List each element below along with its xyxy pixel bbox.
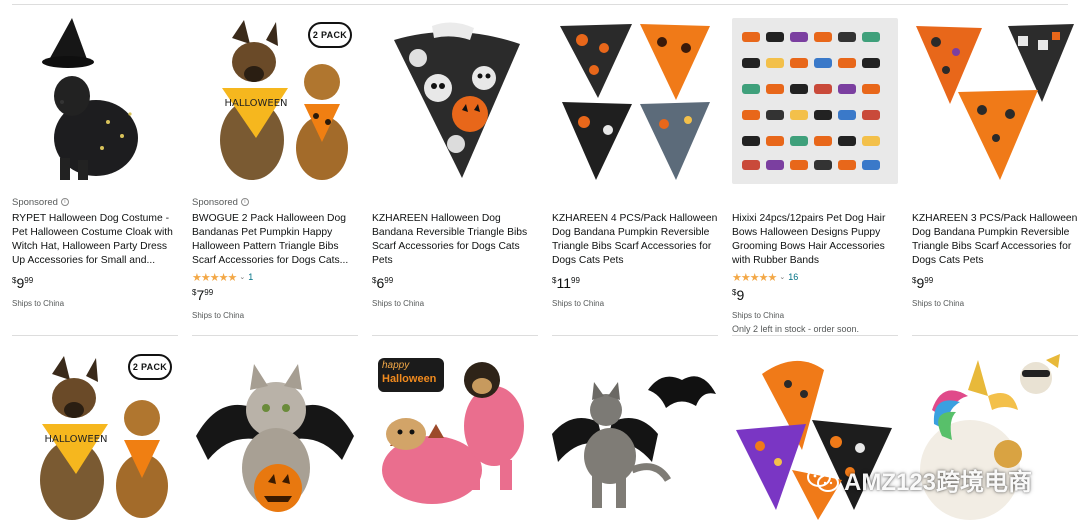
- product-title[interactable]: KZHAREEN Halloween Dog Bandana Reversibl…: [372, 212, 538, 268]
- info-icon[interactable]: i: [240, 198, 249, 206]
- product-image[interactable]: [12, 18, 178, 184]
- product-price: $ 9: [732, 288, 898, 304]
- product-image[interactable]: [732, 18, 898, 184]
- product-card[interactable]: [192, 350, 358, 520]
- shipping-info: Ships to China: [552, 299, 605, 308]
- product-card[interactable]: Sponsored i RYPET Halloween Dog Costume …: [12, 18, 178, 336]
- sponsored-label[interactable]: Sponsored i: [12, 196, 178, 208]
- sponsored-text: Sponsored: [12, 196, 58, 208]
- product-image[interactable]: [552, 350, 718, 520]
- product-card[interactable]: [552, 350, 718, 520]
- chevron-down-icon[interactable]: ⌄: [239, 273, 245, 281]
- top-divider: [12, 4, 1068, 5]
- product-price: $ 11 99: [552, 276, 718, 292]
- sponsored-label[interactable]: Sponsored i: [192, 196, 358, 208]
- watermark-text: AMZ123跨境电商: [844, 469, 1033, 496]
- rating-count[interactable]: 1: [248, 272, 253, 282]
- shipping-info: Ships to China: [372, 299, 425, 308]
- price-fraction: 99: [204, 288, 214, 297]
- price-fraction: 99: [384, 276, 394, 285]
- product-card[interactable]: Hixixi 24pcs/12pairs Pet Dog Hair Bows H…: [732, 18, 898, 336]
- witch-dog-image: [12, 18, 178, 184]
- stock-warning: Only 2 left in stock - order soon.: [732, 324, 860, 334]
- product-card[interactable]: KZHAREEN Halloween Dog Bandana Reversibl…: [372, 18, 538, 336]
- product-title[interactable]: Hixixi 24pcs/12pairs Pet Dog Hair Bows H…: [732, 212, 898, 268]
- product-title[interactable]: KZHAREEN 4 PCS/Pack Halloween Dog Bandan…: [552, 212, 718, 268]
- cat-bat-wings-image: [192, 350, 358, 520]
- rating-count[interactable]: 16: [788, 272, 798, 282]
- card-divider: [732, 335, 898, 336]
- product-price: $ 6 99: [372, 276, 538, 292]
- product-image[interactable]: HALLOWEEN 2 PACK: [192, 18, 358, 184]
- product-image[interactable]: [192, 350, 358, 520]
- four-bandanas-image: [552, 18, 718, 184]
- price-fraction: 99: [24, 276, 34, 285]
- rating[interactable]: ★★★★★ ⌄ 16: [732, 270, 898, 284]
- kitten-bat-wings-image: [552, 350, 718, 520]
- results-row-2: HALLOWEEN 2 PACK happy Halloween: [0, 350, 1080, 527]
- card-divider: [372, 335, 538, 336]
- svg-text:HALLOWEEN: HALLOWEEN: [224, 98, 287, 109]
- product-price: $ 9 99: [12, 276, 178, 292]
- shipping-info: Ships to China: [732, 311, 785, 320]
- three-bandanas-image: [912, 18, 1078, 184]
- price-fraction: 99: [571, 276, 580, 285]
- price-whole: 6: [376, 275, 385, 291]
- product-image[interactable]: [912, 18, 1078, 184]
- star-rating-icon: ★★★★★: [192, 271, 237, 284]
- pack-badge: 2 PACK: [308, 22, 352, 48]
- banner-line-2: Halloween: [382, 373, 437, 385]
- product-card[interactable]: happy Halloween: [372, 350, 538, 520]
- product-image[interactable]: [372, 18, 538, 184]
- rating[interactable]: ★★★★★ ⌄ 1: [192, 270, 358, 284]
- hair-bows-grid-image: [732, 18, 898, 184]
- results-row-1: Sponsored i RYPET Halloween Dog Costume …: [0, 18, 1080, 338]
- price-whole: 9: [16, 275, 25, 291]
- skull-pumpkin-bandana-image: [372, 18, 538, 184]
- info-icon[interactable]: i: [60, 198, 69, 206]
- product-price: $ 9 99: [912, 276, 1078, 292]
- product-price: $ 7 99: [192, 288, 358, 304]
- product-card[interactable]: HALLOWEEN 2 PACK: [12, 350, 178, 520]
- shipping-info: Ships to China: [12, 299, 65, 308]
- shipping-info: Ships to China: [912, 299, 965, 308]
- card-divider: [552, 335, 718, 336]
- wechat-icon: [807, 466, 839, 492]
- happy-halloween-banner: happy Halloween: [378, 358, 444, 392]
- product-title[interactable]: BWOGUE 2 Pack Halloween Dog Bandanas Pet…: [192, 212, 358, 268]
- product-image[interactable]: HALLOWEEN 2 PACK: [12, 350, 178, 520]
- price-whole: 7: [196, 287, 205, 303]
- shipping-info: Ships to China: [192, 311, 245, 320]
- product-title[interactable]: RYPET Halloween Dog Costume - Pet Hallow…: [12, 212, 178, 268]
- pack-badge: 2 PACK: [128, 354, 172, 380]
- price-whole: 11: [556, 275, 571, 291]
- product-card[interactable]: KZHAREEN 3 PCS/Pack Halloween Dog Bandan…: [912, 18, 1078, 336]
- product-card[interactable]: HALLOWEEN 2 PACK Sponsored i BWOGUE 2 Pa…: [192, 18, 358, 336]
- watermark: AMZ123跨境电商: [806, 462, 1032, 497]
- price-whole: 9: [736, 287, 745, 303]
- chevron-down-icon[interactable]: ⌄: [779, 273, 785, 281]
- svg-text:HALLOWEEN: HALLOWEEN: [44, 434, 107, 445]
- banner-line-1: happy: [382, 360, 410, 371]
- product-card[interactable]: KZHAREEN 4 PCS/Pack Halloween Dog Bandan…: [552, 18, 718, 336]
- product-image[interactable]: [552, 18, 718, 184]
- price-fraction: 99: [924, 276, 934, 285]
- product-image[interactable]: happy Halloween: [372, 350, 538, 520]
- sponsored-text: Sponsored: [192, 196, 238, 208]
- price-whole: 9: [916, 275, 925, 291]
- product-title[interactable]: KZHAREEN 3 PCS/Pack Halloween Dog Bandan…: [912, 212, 1078, 268]
- card-divider: [912, 335, 1078, 336]
- card-divider: [192, 335, 358, 336]
- star-rating-icon: ★★★★★: [732, 271, 777, 284]
- card-divider: [12, 335, 178, 336]
